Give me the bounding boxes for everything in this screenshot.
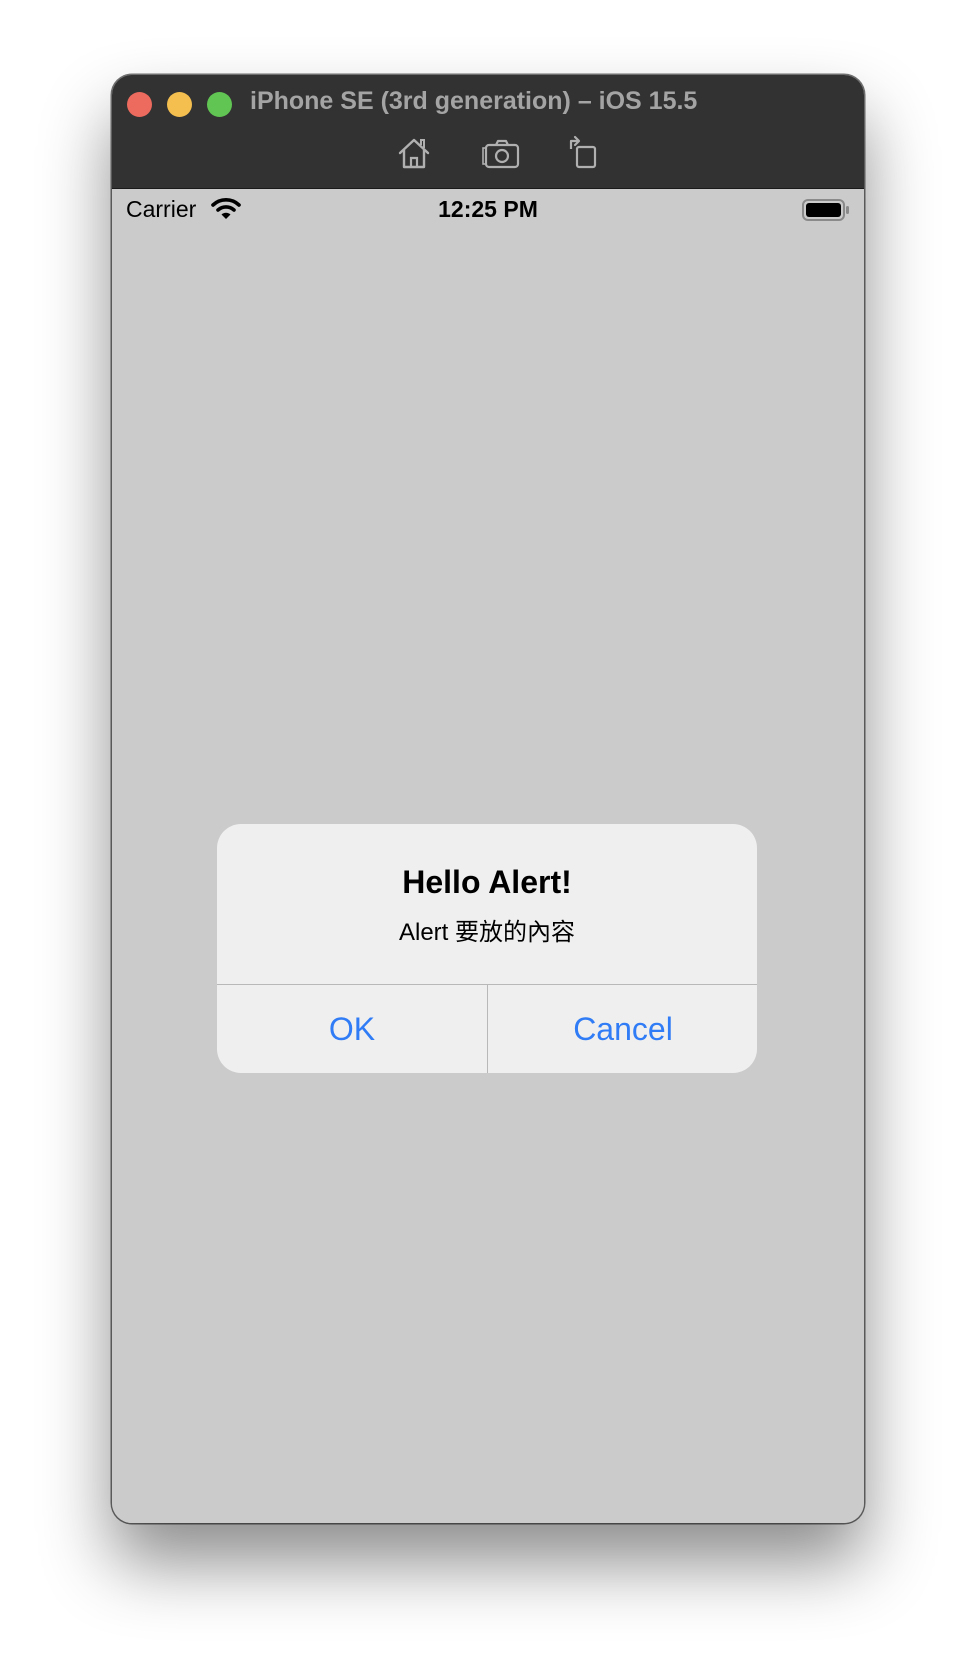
status-time: 12:25 PM xyxy=(438,196,538,222)
window-title: iPhone SE (3rd generation) – iOS 15.5 xyxy=(250,87,698,115)
screenshot-icon xyxy=(482,139,520,169)
home-button[interactable] xyxy=(394,135,434,171)
battery-icon xyxy=(802,199,849,221)
minimize-window-button[interactable] xyxy=(167,92,192,117)
window-titlebar: iPhone SE (3rd generation) – iOS 15.5 xyxy=(112,75,864,189)
zoom-window-button[interactable] xyxy=(207,92,232,117)
simulator-window: iPhone SE (3rd generation) – iOS 15.5 Ca… xyxy=(112,75,864,1523)
close-window-button[interactable] xyxy=(127,92,152,117)
device-screen: Carrier 12:25 PM Hello Alert! Alert 要放的內… xyxy=(112,189,864,1523)
screenshot-button[interactable] xyxy=(482,135,522,171)
alert-message: Alert 要放的內容 xyxy=(398,919,575,946)
alert-title: Hello Alert! xyxy=(402,864,572,900)
cancel-button[interactable]: Cancel xyxy=(488,985,757,1073)
rotate-button[interactable] xyxy=(563,135,603,171)
status-bar: Carrier 12:25 PM xyxy=(112,189,864,231)
ok-button[interactable]: OK xyxy=(217,985,487,1073)
rotate-icon xyxy=(569,135,597,169)
home-icon xyxy=(398,138,430,169)
alert-dialog: Hello Alert! Alert 要放的內容 OK Cancel xyxy=(217,824,757,1073)
